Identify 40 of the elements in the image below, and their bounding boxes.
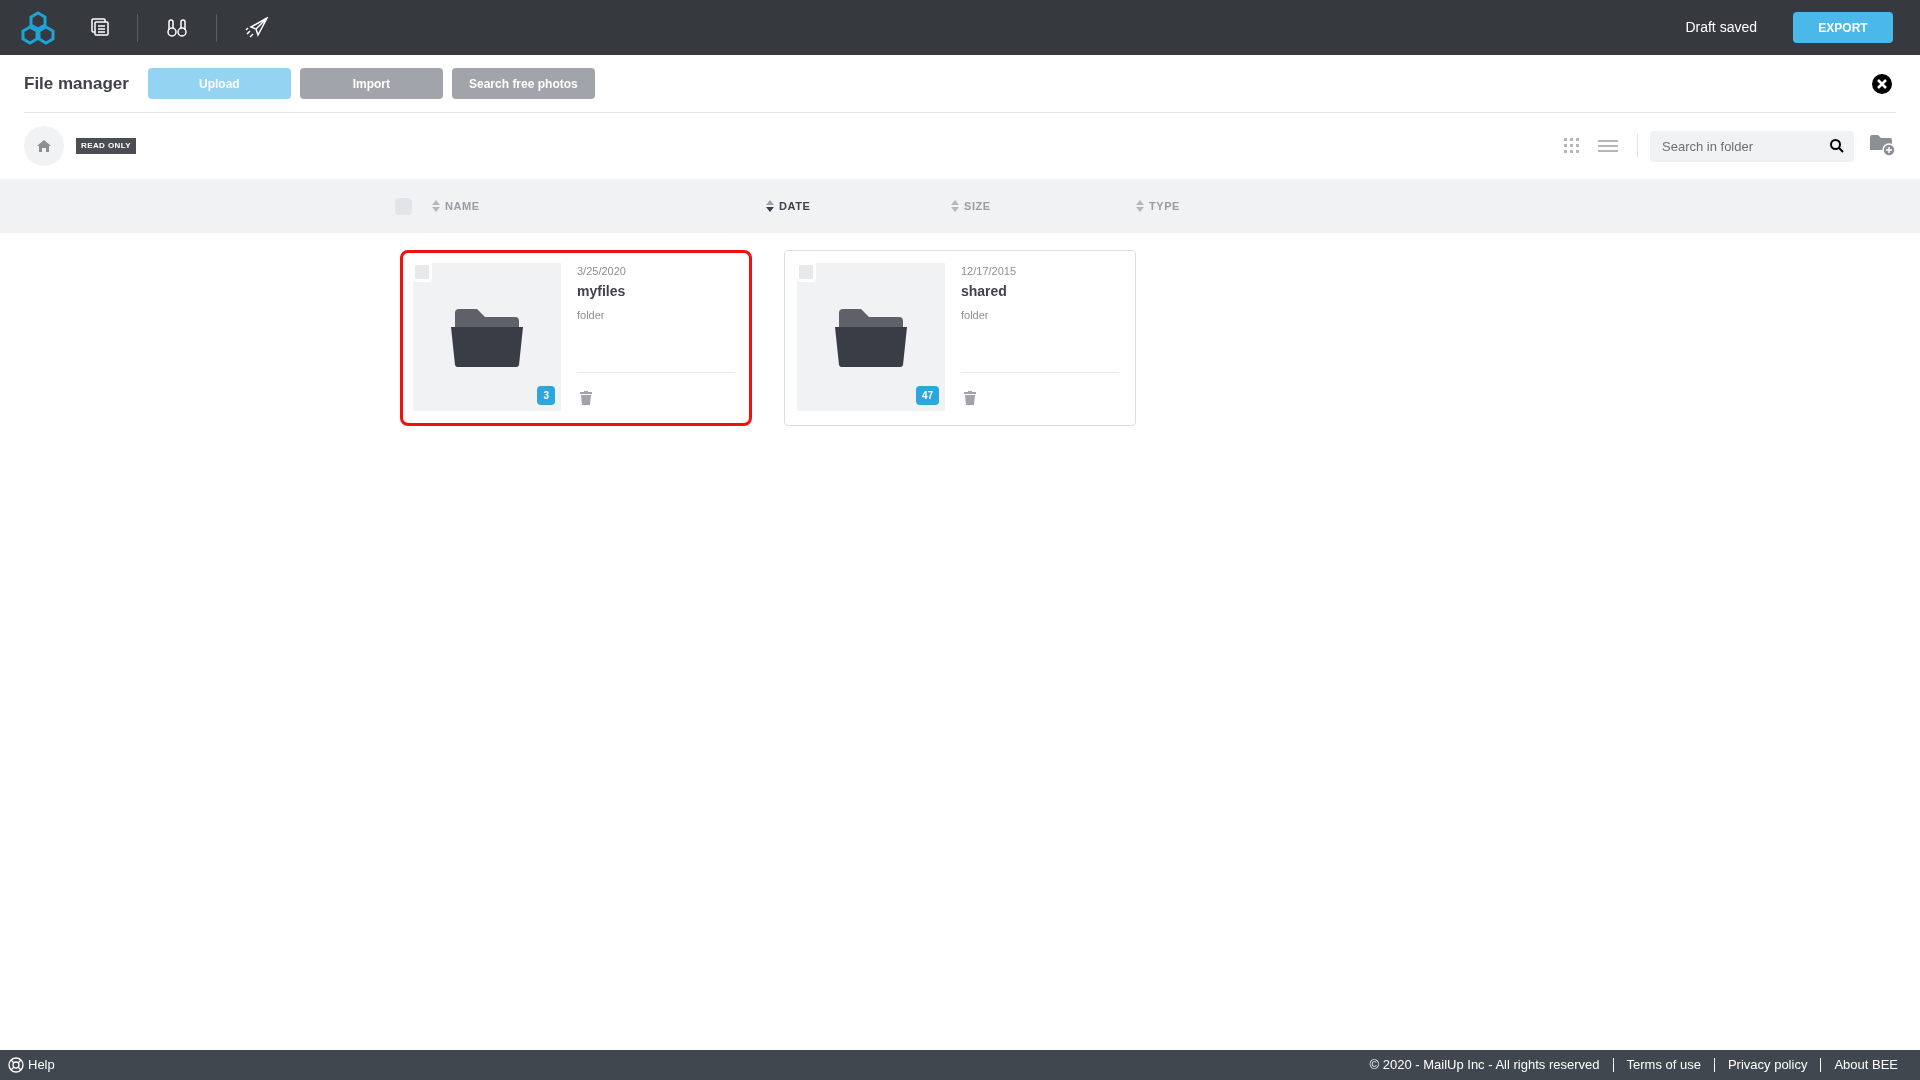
sort-icon: [766, 200, 774, 212]
folder-card[interactable]: 3 3/25/2020 myfiles folder: [400, 250, 752, 426]
footer-link[interactable]: Privacy policy: [1727, 1055, 1808, 1075]
help-icon: [8, 1057, 24, 1073]
cubes-logo-icon: [20, 10, 56, 45]
sort-icon: [951, 200, 959, 212]
folder-card[interactable]: 47 12/17/2015 shared folder: [784, 250, 1136, 426]
grid-view-icon[interactable]: [1564, 138, 1580, 154]
copyright-text: © 2020 - MailUp Inc - All rights reserved: [1369, 1056, 1600, 1075]
item-name: myfiles: [577, 281, 627, 301]
footer-link[interactable]: About BEE: [1834, 1055, 1898, 1075]
home-icon: [37, 140, 51, 152]
trash-icon[interactable]: [580, 391, 592, 405]
draft-status: Draft saved: [1685, 18, 1757, 37]
add-folder-icon[interactable]: [1870, 135, 1896, 157]
search-icon[interactable]: [1830, 138, 1844, 153]
send-icon[interactable]: [245, 16, 269, 39]
item-date: 12/17/2015: [961, 264, 1018, 279]
footer-link[interactable]: Terms of use: [1626, 1055, 1701, 1075]
item-type: folder: [961, 307, 990, 323]
help-link[interactable]: Help: [28, 1055, 55, 1075]
close-icon[interactable]: [1872, 73, 1892, 94]
item-count-badge: 47: [915, 386, 939, 405]
column-header[interactable]: DATE: [766, 197, 951, 215]
sort-icon: [1136, 200, 1144, 212]
sort-icon: [432, 200, 440, 212]
search-field[interactable]: Search in folder: [1650, 130, 1854, 162]
pages-icon[interactable]: [90, 16, 112, 39]
list-view-icon[interactable]: [1598, 139, 1618, 153]
page-title: File manager: [24, 72, 129, 95]
item-date: 3/25/2020: [577, 264, 627, 279]
item-count-badge: 3: [537, 386, 555, 405]
item-type: folder: [577, 307, 606, 323]
item-name: shared: [961, 281, 1008, 301]
home-button[interactable]: [24, 126, 64, 166]
folder-icon: [451, 307, 523, 367]
trash-icon[interactable]: [964, 391, 976, 405]
binoculars-icon[interactable]: [166, 16, 188, 39]
folder-icon: [835, 307, 907, 367]
read-only-badge: READ ONLY: [76, 138, 136, 154]
